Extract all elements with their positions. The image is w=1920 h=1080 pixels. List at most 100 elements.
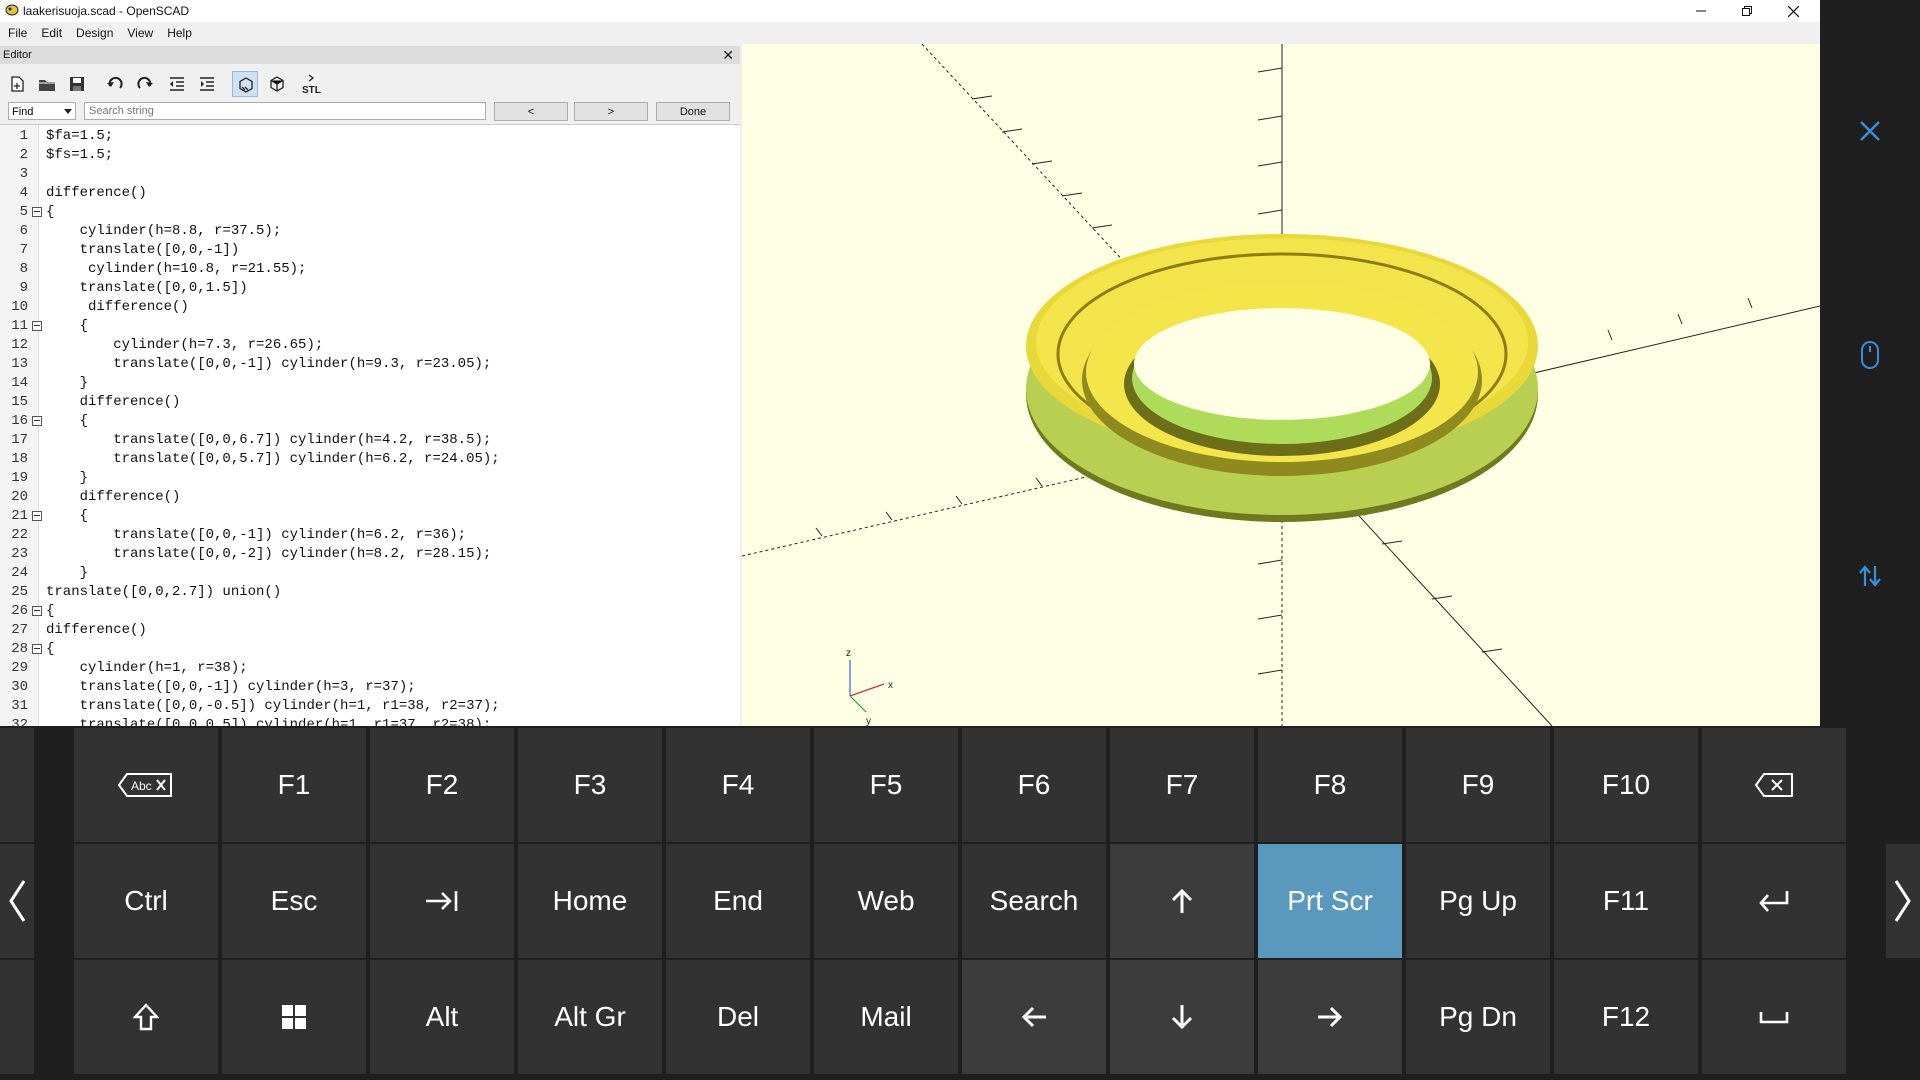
key-chevron-right[interactable] — [1886, 844, 1920, 958]
key-ctrl[interactable]: Ctrl — [74, 844, 218, 958]
key-prt-scr[interactable]: Prt Scr — [1258, 844, 1402, 958]
fold-marker-icon[interactable] — [32, 416, 42, 426]
key-tab[interactable] — [370, 844, 514, 958]
restore-button[interactable] — [1724, 0, 1770, 22]
key-pg-up[interactable]: Pg Up — [1406, 844, 1550, 958]
fold-marker-icon[interactable] — [32, 321, 42, 331]
key-abc-backspace[interactable]: Abc — [74, 728, 218, 842]
code-line[interactable]: 21 { — [0, 507, 740, 526]
preview-button[interactable] — [232, 71, 258, 97]
find-mode-select[interactable]: Find — [8, 102, 76, 120]
code-line[interactable]: 29 cylinder(h=1, r=38); — [0, 659, 740, 678]
key-f9[interactable]: F9 — [1406, 728, 1550, 842]
undo-button[interactable] — [102, 71, 128, 97]
code-line[interactable]: 32 translate([0,0,0.5]) cylinder(h=1, r1… — [0, 716, 740, 726]
code-line[interactable]: 18 translate([0,0,5.7]) cylinder(h=6.2, … — [0, 450, 740, 469]
code-line[interactable]: 31 translate([0,0,-0.5]) cylinder(h=1, r… — [0, 697, 740, 716]
code-line[interactable]: 12 cylinder(h=7.3, r=26.65); — [0, 336, 740, 355]
code-line[interactable]: 14 } — [0, 374, 740, 393]
code-line[interactable]: 28 { — [0, 640, 740, 659]
close-keyboard-button[interactable] — [1820, 120, 1920, 147]
key-pg-dn[interactable]: Pg Dn — [1406, 960, 1550, 1074]
code-line[interactable]: 16 { — [0, 412, 740, 431]
key-enter[interactable] — [1702, 844, 1846, 958]
find-next-button[interactable]: > — [574, 102, 648, 121]
code-line[interactable]: 1 $fa=1.5; — [0, 127, 740, 146]
code-line[interactable]: 8 cylinder(h=10.8, r=21.55); — [0, 260, 740, 279]
key-f2[interactable]: F2 — [370, 728, 514, 842]
key-alt-gr[interactable]: Alt Gr — [518, 960, 662, 1074]
fold-marker-icon[interactable] — [32, 606, 42, 616]
code-editor[interactable]: 1 $fa=1.5; 2 $fs=1.5; 3 4 difference() 5{6 cyli… — [0, 124, 740, 726]
fold-marker-icon[interactable] — [32, 644, 42, 654]
code-line[interactable]: 9 translate([0,0,1.5]) — [0, 279, 740, 298]
open-file-button[interactable] — [34, 71, 60, 97]
menu-design[interactable]: Design — [68, 24, 119, 40]
key-f5[interactable]: F5 — [814, 728, 958, 842]
key-search[interactable]: Search — [962, 844, 1106, 958]
key-del[interactable]: Del — [666, 960, 810, 1074]
code-line[interactable]: 27 difference() — [0, 621, 740, 640]
key-web[interactable]: Web — [814, 844, 958, 958]
code-line[interactable]: 15 difference() — [0, 393, 740, 412]
code-line[interactable]: 7 translate([0,0,-1]) — [0, 241, 740, 260]
key-shift[interactable] — [74, 960, 218, 1074]
code-line[interactable]: 25 translate([0,0,2.7]) union() — [0, 583, 740, 602]
code-line[interactable]: 23 translate([0,0,-2]) cylinder(h=8.2, r… — [0, 545, 740, 564]
key-f7[interactable]: F7 — [1110, 728, 1254, 842]
search-input[interactable] — [84, 102, 486, 120]
menu-edit[interactable]: Edit — [33, 24, 68, 40]
minimize-button[interactable] — [1678, 0, 1724, 22]
code-line[interactable]: 19 } — [0, 469, 740, 488]
export-stl-button[interactable]: STL — [300, 71, 326, 97]
code-line[interactable]: 17 translate([0,0,6.7]) cylinder(h=4.2, … — [0, 431, 740, 450]
redo-button[interactable] — [132, 71, 158, 97]
code-line[interactable]: 6 cylinder(h=8.8, r=37.5); — [0, 222, 740, 241]
code-line[interactable]: 26 { — [0, 602, 740, 621]
code-line[interactable]: 11 { — [0, 317, 740, 336]
key-alt[interactable]: Alt — [370, 960, 514, 1074]
fold-marker-icon[interactable] — [32, 207, 42, 217]
code-line[interactable]: 24 } — [0, 564, 740, 583]
key-windows[interactable] — [222, 960, 366, 1074]
find-done-button[interactable]: Done — [656, 102, 730, 121]
key-backspace[interactable] — [1702, 728, 1846, 842]
find-previous-button[interactable]: < — [494, 102, 568, 121]
key-space[interactable] — [1702, 960, 1846, 1074]
key-f10[interactable]: F10 — [1554, 728, 1698, 842]
swap-layout-button[interactable] — [1820, 564, 1920, 593]
indent-button[interactable] — [194, 71, 220, 97]
code-line[interactable]: 22 translate([0,0,-1]) cylinder(h=6.2, r… — [0, 526, 740, 545]
code-line[interactable]: 10 difference() — [0, 298, 740, 317]
key-arrow-left[interactable] — [962, 960, 1106, 1074]
key-arrow-down[interactable] — [1110, 960, 1254, 1074]
unindent-button[interactable] — [164, 71, 190, 97]
code-line[interactable]: 30 translate([0,0,-1]) cylinder(h=3, r=3… — [0, 678, 740, 697]
render-button[interactable] — [264, 71, 290, 97]
code-line[interactable]: 20 difference() — [0, 488, 740, 507]
key-arrow-right[interactable] — [1258, 960, 1402, 1074]
code-line[interactable]: 13 translate([0,0,-1]) cylinder(h=9.3, r… — [0, 355, 740, 374]
3d-viewport[interactable]: z x y — [742, 44, 1820, 726]
save-button[interactable] — [64, 71, 90, 97]
key-f6[interactable]: F6 — [962, 728, 1106, 842]
code-line[interactable]: 3 — [0, 165, 740, 184]
editor-close-button[interactable]: ✕ — [722, 46, 734, 64]
key-f11[interactable]: F11 — [1554, 844, 1698, 958]
key-f12[interactable]: F12 — [1554, 960, 1698, 1074]
key-f8[interactable]: F8 — [1258, 728, 1402, 842]
mouse-mode-button[interactable] — [1820, 340, 1920, 375]
new-file-button[interactable] — [4, 71, 30, 97]
key-home[interactable]: Home — [518, 844, 662, 958]
key-f1[interactable]: F1 — [222, 728, 366, 842]
code-line[interactable]: 2 $fs=1.5; — [0, 146, 740, 165]
key-end[interactable]: End — [666, 844, 810, 958]
menu-file[interactable]: File — [0, 24, 33, 40]
key-mail[interactable]: Mail — [814, 960, 958, 1074]
menu-help[interactable]: Help — [159, 24, 198, 40]
key-arrow-up[interactable] — [1110, 844, 1254, 958]
close-window-button[interactable] — [1770, 0, 1816, 22]
key-esc[interactable]: Esc — [222, 844, 366, 958]
menu-view[interactable]: View — [119, 24, 159, 40]
code-line[interactable]: 5{ — [0, 203, 740, 222]
